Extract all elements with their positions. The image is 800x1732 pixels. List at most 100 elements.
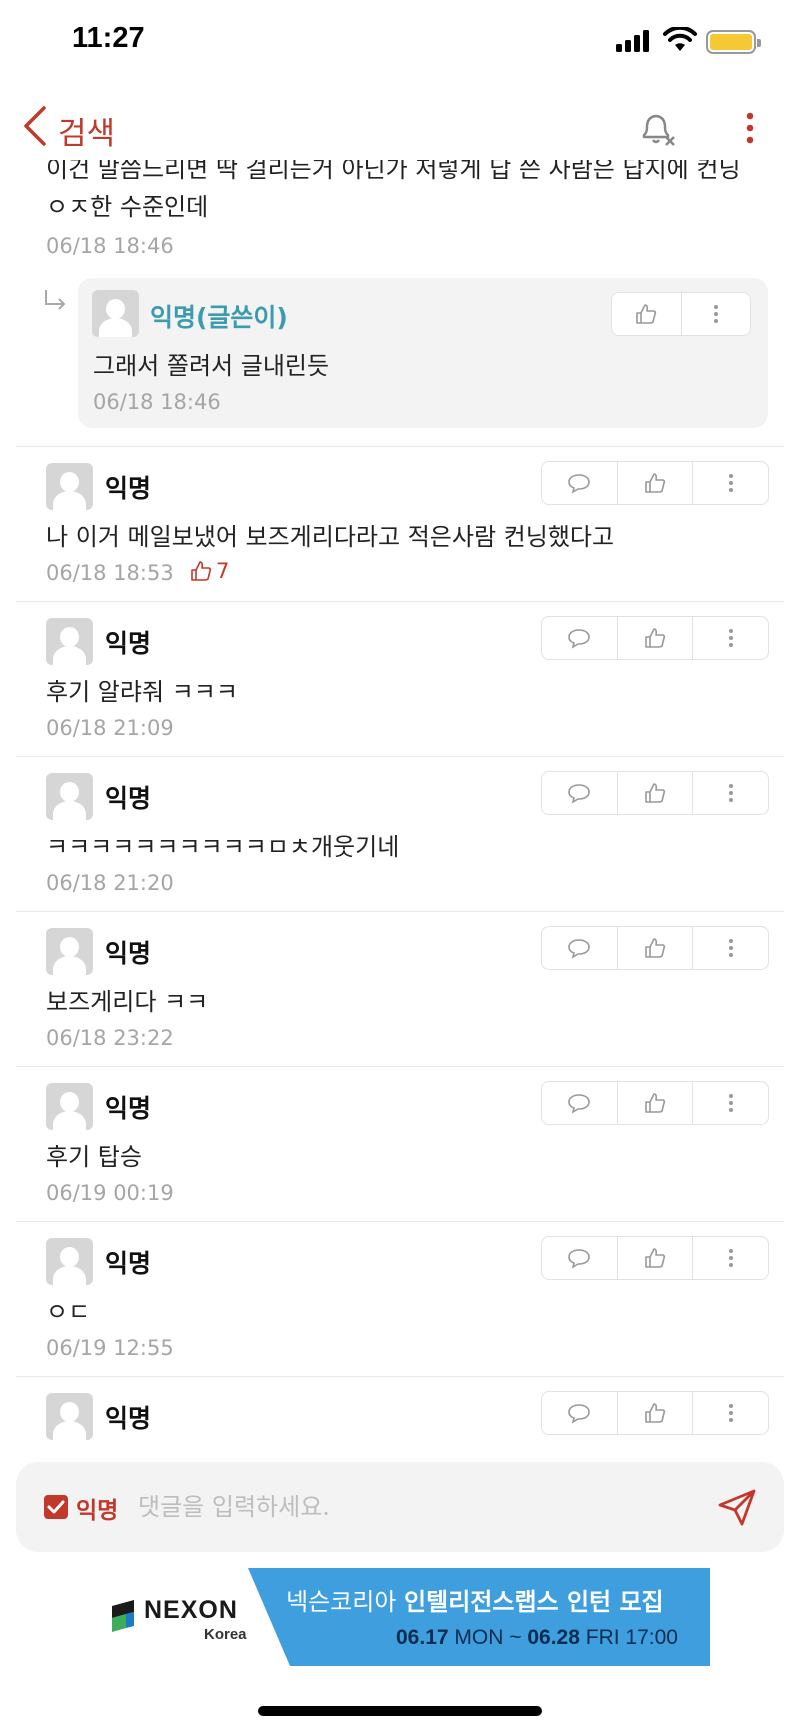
comment-more-button[interactable] xyxy=(692,1082,768,1124)
comment-author: 익명 xyxy=(105,1249,152,1278)
brand-name: NEXON xyxy=(144,1596,238,1624)
comment-author: 익명 xyxy=(105,629,152,658)
comment-actions xyxy=(541,1391,769,1435)
comment-more-button[interactable] xyxy=(692,1237,768,1279)
comment-author: 익명 xyxy=(105,1094,152,1123)
comment-actions xyxy=(541,771,769,815)
comment-author: 익명 xyxy=(105,474,152,503)
comment-text: 보즈게리다 ㅋㅋ xyxy=(46,988,209,1016)
reply-button[interactable] xyxy=(542,617,617,659)
ad-headline: 넥슨코리아 인텔리전스랩스 인턴 모집 xyxy=(286,1582,664,1617)
thumbs-up-icon xyxy=(645,783,666,803)
avatar xyxy=(46,1393,93,1440)
comment-text: 나 이거 메일보냈어 보즈게리다라고 적은사람 컨닝했다고 xyxy=(46,523,615,551)
comment-author: 익명 xyxy=(105,784,152,813)
comment-input[interactable] xyxy=(138,1484,698,1530)
nexon-logo: NEXON Korea xyxy=(108,1596,248,1646)
thumbs-up-icon xyxy=(645,1403,666,1423)
like-button[interactable] xyxy=(616,462,693,504)
reply-button[interactable] xyxy=(542,772,617,814)
like-count-value: 7 xyxy=(216,559,230,583)
comment-date: 06/19 12:55 xyxy=(46,1336,174,1360)
notification-off-bell-icon[interactable] xyxy=(636,108,678,148)
thumbs-up-icon xyxy=(191,561,212,581)
comment-actions xyxy=(541,1081,769,1125)
home-indicator[interactable] xyxy=(258,1706,542,1716)
avatar xyxy=(46,773,93,820)
more-vertical-icon xyxy=(728,629,733,647)
avatar xyxy=(92,290,139,337)
checkmark-icon xyxy=(47,1500,65,1514)
speech-bubble-icon xyxy=(568,939,591,959)
ad-period: 06.17 MON ~ 06.28 FRI 17:00 xyxy=(396,1626,678,1650)
like-button[interactable] xyxy=(616,1237,693,1279)
more-vertical-icon xyxy=(728,1249,733,1267)
comment-item: 익명 후기 탑승 06/19 00:19 xyxy=(16,1066,784,1221)
reply-button[interactable] xyxy=(542,927,617,969)
comment-item: 익명 나 이거 메일보냈어 보즈게리다라고 적은사람 컨닝했다고 06/18 1… xyxy=(16,446,784,601)
like-button[interactable] xyxy=(616,617,693,659)
comment-more-button[interactable] xyxy=(692,617,768,659)
reply-text: 그래서 쫄려서 글내린듯 xyxy=(93,352,330,380)
comment-date: 06/18 21:20 xyxy=(46,871,174,895)
more-menu-icon[interactable] xyxy=(736,108,764,148)
reply-button[interactable] xyxy=(542,1082,617,1124)
comment-item: 익명 보즈게리다 ㅋㅋ 06/18 23:22 xyxy=(16,911,784,1066)
like-button[interactable] xyxy=(616,1082,693,1124)
comment-text: ㅋㅋㅋㅋㅋㅋㅋㅋㅋㅋㅁㅊ개웃기네 xyxy=(46,833,400,861)
reply-date: 06/18 18:46 xyxy=(93,390,221,414)
comment-more-button[interactable] xyxy=(692,927,768,969)
speech-bubble-icon xyxy=(568,1094,591,1114)
ad-start-date: 06.17 xyxy=(396,1626,449,1649)
nav-bar: 검색 xyxy=(0,96,800,160)
comment-date: 06/18 18:53 xyxy=(46,561,174,585)
ad-end-day: FRI 17:00 xyxy=(585,1626,678,1649)
comment-more-button[interactable] xyxy=(680,293,751,335)
like-button[interactable] xyxy=(612,293,681,335)
comment-more-button[interactable] xyxy=(692,462,768,504)
battery-icon xyxy=(706,30,761,54)
avatar xyxy=(46,618,93,665)
reply-button[interactable] xyxy=(542,1392,617,1434)
speech-bubble-icon xyxy=(568,1404,591,1424)
thumbs-up-icon xyxy=(636,304,657,324)
thumbs-up-icon xyxy=(645,628,666,648)
comment-text: 이건 말씀느리면 딱 걸리는거 아닌가 저렇게 답 쓴 사람은 답지에 컨닝 ㅇ… xyxy=(46,160,741,221)
more-vertical-icon xyxy=(728,784,733,802)
reply-arrow-icon xyxy=(45,290,66,310)
comment-input-bar: 익명 xyxy=(16,1462,784,1552)
reply-button[interactable] xyxy=(542,1237,617,1279)
comment-item: 익명 후기 알랴줘 ㅋㅋㅋ 06/18 21:09 xyxy=(16,601,784,756)
comment-actions xyxy=(541,616,769,660)
comment-more-button[interactable] xyxy=(692,772,768,814)
ad-end-date: 06.28 xyxy=(527,1626,580,1649)
speech-bubble-icon xyxy=(568,1249,591,1269)
ad-position: 인텔리전스랩스 인턴 모집 xyxy=(404,1588,664,1616)
reply-actions xyxy=(611,292,751,336)
back-chevron-icon[interactable] xyxy=(22,104,48,148)
like-button[interactable] xyxy=(616,927,693,969)
anonymous-checkbox[interactable] xyxy=(44,1495,68,1519)
more-vertical-icon xyxy=(728,939,733,957)
comment-item: 익명 ㅇㄷ 06/19 12:55 xyxy=(16,1221,784,1376)
comment-author: 익명 xyxy=(105,1404,152,1433)
avatar xyxy=(46,463,93,510)
comment-actions xyxy=(541,926,769,970)
comment-date: 06/18 21:09 xyxy=(46,716,174,740)
speech-bubble-icon xyxy=(568,629,591,649)
comment-list[interactable]: 이건 말씀느리면 딱 걸리는거 아닌가 저렇게 답 쓴 사람은 답지에 컨닝 ㅇ… xyxy=(0,160,800,1462)
like-button[interactable] xyxy=(616,1392,693,1434)
speech-bubble-icon xyxy=(568,474,591,494)
comment-more-button[interactable] xyxy=(692,1392,768,1434)
reply-button[interactable] xyxy=(542,462,617,504)
back-label[interactable]: 검색 xyxy=(58,108,115,153)
like-button[interactable] xyxy=(616,772,693,814)
comment-text: ㅇㄷ xyxy=(46,1298,91,1326)
thumbs-up-icon xyxy=(645,1248,666,1268)
avatar xyxy=(46,1083,93,1130)
anonymous-label[interactable]: 익명 xyxy=(76,1491,118,1525)
send-icon[interactable] xyxy=(716,1486,758,1528)
ad-banner[interactable]: NEXON Korea 넥슨코리아 인텔리전스랩스 인턴 모집 06.17 MO… xyxy=(96,1568,710,1666)
nexon-mark-icon xyxy=(112,1600,134,1632)
more-vertical-icon xyxy=(713,305,718,323)
